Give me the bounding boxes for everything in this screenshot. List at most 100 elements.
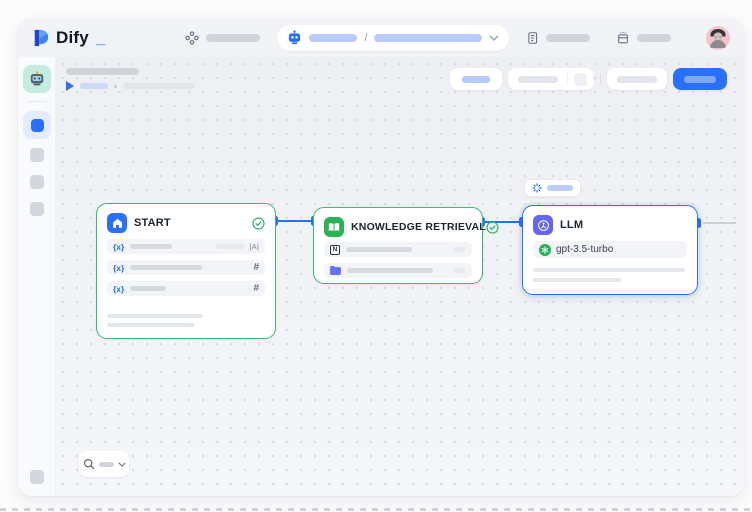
segment-divider: [567, 72, 568, 86]
node-header: START: [97, 204, 275, 239]
bot-icon: [287, 30, 302, 45]
node-header: LLM: [523, 206, 697, 241]
sidebar-item-4[interactable]: [30, 202, 44, 216]
toolbar-button-group[interactable]: [508, 68, 594, 90]
workflow-name-skeleton: [374, 34, 482, 42]
magnifier-icon: [83, 458, 95, 470]
toolbar-divider: [600, 73, 601, 85]
chevron-down-icon: [118, 462, 126, 467]
page: Dify _ /: [0, 0, 752, 512]
button-label-skeleton: [684, 76, 716, 83]
dify-logo[interactable]: Dify _: [32, 28, 105, 48]
description-line-skeleton: [107, 323, 195, 327]
chevron-down-icon: [489, 35, 499, 41]
run-meta-skeleton: [123, 83, 195, 89]
workspace-separator: /: [364, 32, 367, 44]
events-icon[interactable]: [616, 31, 630, 45]
node-title: KNOWLEDGE RETRIEVAL: [351, 221, 486, 233]
variable-name-skeleton: [130, 265, 202, 270]
workflow-title-skeleton: [66, 68, 139, 75]
variable-row[interactable]: {x} #: [107, 281, 265, 296]
canvas-toolbar: [450, 68, 727, 90]
openai-icon: [539, 244, 551, 256]
dot-separator: [114, 85, 117, 88]
toolbar-button-1[interactable]: [450, 68, 502, 90]
toolbar-button-2[interactable]: [607, 68, 667, 90]
variable-icon: {x}: [113, 242, 124, 252]
current-app-icon[interactable]: [23, 65, 51, 93]
sidebar-item-workflow-active[interactable]: [23, 111, 51, 139]
dataset-name-skeleton: [347, 268, 433, 273]
badge-label-skeleton: [547, 185, 573, 191]
docs-label-skeleton: [546, 34, 590, 42]
notion-icon: N: [330, 245, 340, 255]
description-line-skeleton: [533, 268, 685, 272]
llm-icon: [533, 215, 553, 235]
workspace-name-skeleton: [309, 34, 357, 42]
variable-name-skeleton: [130, 244, 172, 249]
sidebar-divider: [28, 101, 46, 102]
model-row[interactable]: gpt-3.5-turbo: [533, 241, 687, 258]
node-header: KNOWLEDGE RETRIEVAL: [314, 208, 482, 242]
button-label-skeleton: [462, 76, 490, 83]
node-title: START: [134, 217, 171, 229]
meta-skeleton: [454, 268, 466, 273]
workflow-selector[interactable]: /: [277, 25, 509, 51]
workflow-canvas[interactable]: START {x} |A| {x} #: [56, 57, 744, 496]
variable-row[interactable]: {x} |A|: [107, 239, 265, 254]
segment-icon-placeholder[interactable]: [574, 73, 587, 86]
node-start[interactable]: START {x} |A| {x} #: [96, 203, 276, 339]
docs-icon[interactable]: [526, 31, 539, 45]
variable-row[interactable]: {x} #: [107, 260, 265, 275]
dataset-row[interactable]: N: [324, 242, 472, 257]
node-llm[interactable]: LLM gpt-3.5-turbo: [522, 205, 698, 295]
top-header: Dify _ /: [18, 18, 744, 57]
type-string: |A|: [249, 242, 259, 251]
dataset-row[interactable]: [324, 263, 472, 278]
value-skeleton: [215, 244, 245, 249]
folder-icon: [330, 266, 341, 275]
left-sidebar: [18, 57, 56, 496]
user-avatar[interactable]: [706, 26, 730, 50]
sidebar-item-2[interactable]: [30, 148, 44, 162]
meta-skeleton: [454, 247, 466, 252]
sidebar-item-settings[interactable]: [30, 470, 44, 484]
workflow-tool-icon: [31, 119, 44, 132]
button-label-skeleton: [617, 76, 657, 83]
zoom-control[interactable]: [79, 451, 129, 477]
run-icon[interactable]: [66, 81, 74, 91]
node-knowledge-retrieval[interactable]: KNOWLEDGE RETRIEVAL N: [313, 207, 483, 284]
zoom-value-skeleton: [99, 462, 114, 467]
run-label-skeleton: [80, 83, 108, 89]
variable-icon: {x}: [113, 263, 124, 273]
robot-app-icon: [28, 70, 46, 88]
brand-accent: _: [96, 28, 105, 48]
variable-icon: {x}: [113, 284, 124, 294]
dify-logo-icon: [32, 29, 50, 47]
apps-icon[interactable]: [185, 31, 199, 45]
brand-name: Dify: [56, 28, 89, 48]
edge-llm-output: [703, 222, 736, 224]
run-status-row: [66, 81, 195, 91]
publish-button[interactable]: [673, 68, 727, 90]
type-number: #: [253, 262, 259, 273]
home-icon: [107, 213, 127, 233]
page-bottom-artifact: [0, 508, 752, 511]
nav-label-skeleton: [206, 34, 260, 42]
check-circle-icon: [252, 217, 265, 230]
description-line-skeleton: [107, 314, 203, 318]
button-label-skeleton: [518, 76, 558, 83]
llm-running-badge: [524, 179, 581, 197]
window-body: START {x} |A| {x} #: [18, 57, 744, 496]
app-window: Dify _ /: [18, 18, 744, 496]
check-circle-icon: [486, 221, 499, 234]
edge-start-to-knowledge: [277, 220, 313, 222]
dataset-name-skeleton: [346, 247, 412, 252]
sidebar-item-3[interactable]: [30, 175, 44, 189]
book-icon: [324, 217, 344, 237]
events-label-skeleton: [637, 34, 671, 42]
node-title: LLM: [560, 219, 583, 231]
variable-name-skeleton: [130, 286, 166, 291]
spinner-icon: [532, 183, 542, 193]
type-number: #: [253, 283, 259, 294]
